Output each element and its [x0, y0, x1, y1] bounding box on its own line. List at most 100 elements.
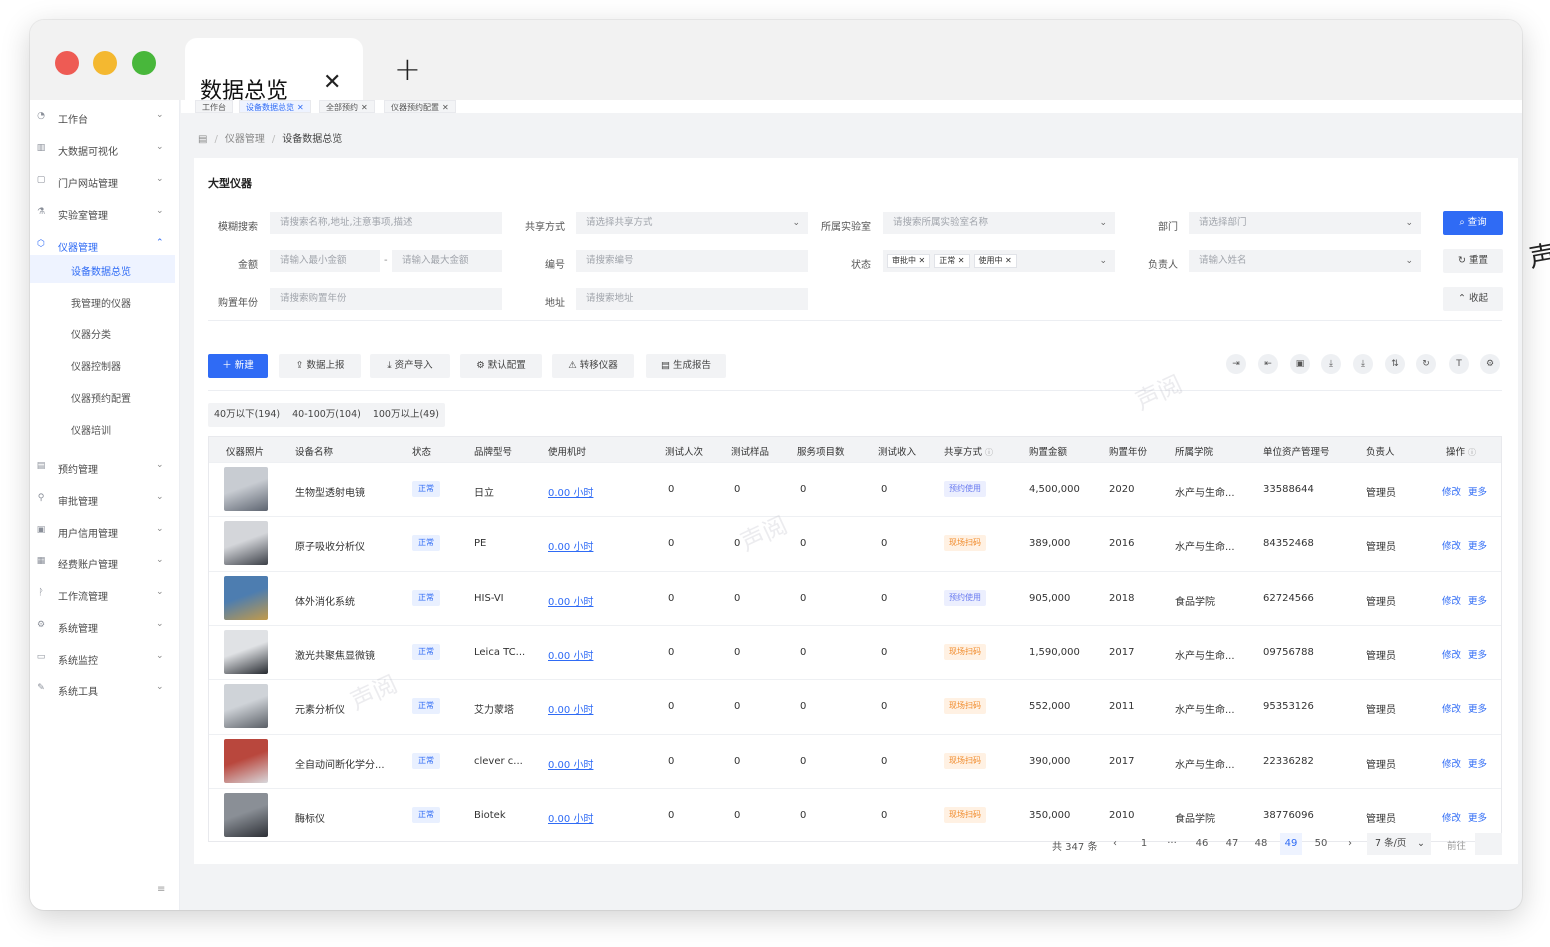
sidebar-subitem-2[interactable]: 仪器分类 [30, 318, 175, 346]
usage-hours-link[interactable]: 0.00 小时 [548, 647, 593, 662]
page-tag-3[interactable]: 仪器预约配置 ✕ [384, 100, 456, 113]
sidebar-item-11[interactable]: ▭ 系统监控 ⌄ [30, 648, 180, 670]
page-button-current[interactable]: 49 [1280, 833, 1302, 855]
sidebar-subitem-0[interactable]: 设备数据总览 [30, 255, 175, 283]
usage-hours-link[interactable]: 0.00 小时 [548, 756, 593, 771]
sidebar-item-2[interactable]: ▢ 门户网站管理 ⌄ [30, 171, 180, 193]
usage-hours-link[interactable]: 0.00 小时 [548, 484, 593, 499]
page-tag-2[interactable]: 全部预约 ✕ [319, 100, 375, 113]
more-link[interactable]: 更多 [1468, 484, 1487, 498]
settings-icon[interactable]: ⚙ [1480, 354, 1500, 374]
edit-link[interactable]: 修改 [1442, 593, 1461, 607]
year-input[interactable]: 请搜索购置年份 [270, 288, 502, 310]
page-button[interactable]: 47 [1221, 833, 1243, 855]
sidebar-item-8[interactable]: ▦ 经费账户管理 ⌄ [30, 552, 180, 574]
sidebar-item-1[interactable]: ▥ 大数据可视化 ⌄ [30, 139, 180, 161]
usage-hours-value[interactable]: 0.00 小时 [548, 760, 593, 771]
dept-select[interactable]: 请选择部门 ⌄ [1189, 212, 1421, 234]
toolbar-action-button[interactable]: ⚠ 转移仪器 [552, 354, 634, 378]
next-page-icon[interactable]: › [1339, 833, 1361, 855]
usage-hours-link[interactable]: 0.00 小时 [548, 810, 593, 825]
sort-icon[interactable]: ⇅ [1385, 354, 1405, 374]
sidebar-item-0[interactable]: ◔ 工作台 ⌄ [30, 107, 180, 129]
close-icon[interactable]: ✕ [955, 256, 965, 265]
sidebar-subitem-1[interactable]: 我管理的仪器 [30, 287, 175, 315]
sidebar-subitem-3[interactable]: 仪器控制器 [30, 350, 175, 378]
close-icon[interactable]: ✕ [916, 256, 926, 265]
address-input[interactable]: 请搜索地址 [576, 288, 808, 310]
segment-option[interactable]: 100万以上(49) [367, 403, 445, 427]
edit-link[interactable]: 修改 [1442, 701, 1461, 715]
sidebar-item-10[interactable]: ⚙ 系统管理 ⌄ [30, 616, 180, 638]
owner-select[interactable]: 请输入姓名 ⌄ [1189, 250, 1421, 272]
usage-hours-value[interactable]: 0.00 小时 [548, 651, 593, 662]
print-icon[interactable]: ▣ [1290, 354, 1310, 374]
edit-link[interactable]: 修改 [1442, 810, 1461, 824]
edit-link[interactable]: 修改 [1442, 484, 1461, 498]
edit-link[interactable]: 修改 [1442, 647, 1461, 661]
page-size-select[interactable]: 7 条/页 ⌄ [1367, 833, 1431, 855]
toolbar-action-button[interactable]: ⚙ 默认配置 [460, 354, 542, 378]
fuzzy-search-input[interactable]: 请搜索名称,地址,注意事项,描述 [270, 212, 502, 234]
more-link[interactable]: 更多 [1468, 756, 1487, 770]
segment-option[interactable]: 40-100万(104) [286, 403, 367, 427]
share-mode-select[interactable]: 请选择共享方式 ⌄ [576, 212, 808, 234]
new-tab-icon[interactable]: + [394, 50, 421, 88]
more-link[interactable]: 更多 [1468, 538, 1487, 552]
sidebar-item-7[interactable]: ▣ 用户信用管理 ⌄ [30, 521, 180, 543]
more-link[interactable]: 更多 [1468, 593, 1487, 607]
close-icon[interactable]: ✕ [442, 103, 449, 112]
amount-min-input[interactable]: 请输入最小金额 [270, 250, 380, 272]
close-tab-icon[interactable]: ✕ [323, 70, 341, 95]
page-button[interactable]: 1 [1133, 833, 1155, 855]
code-input[interactable]: 请搜索编号 [576, 250, 808, 272]
close-icon[interactable]: ✕ [361, 103, 368, 112]
page-button[interactable]: 46 [1191, 833, 1213, 855]
toolbar-action-button[interactable]: ⇪ 数据上报 [279, 354, 361, 378]
goto-input[interactable] [1475, 833, 1502, 855]
toolbar-action-button[interactable]: ▤ 生成报告 [646, 354, 726, 378]
usage-hours-value[interactable]: 0.00 小时 [548, 597, 593, 608]
usage-hours-value[interactable]: 0.00 小时 [548, 705, 593, 716]
more-link[interactable]: 更多 [1468, 647, 1487, 661]
minimize-window-button[interactable] [93, 51, 117, 75]
close-icon[interactable]: ✕ [297, 103, 304, 112]
page-tag-1[interactable]: 设备数据总览 ✕ [239, 100, 311, 113]
download-icon[interactable]: ⤓ [1321, 354, 1341, 374]
sidebar-item-9[interactable]: ᚹ 工作流管理 ⌄ [30, 584, 180, 606]
maximize-window-button[interactable] [132, 51, 156, 75]
lab-select[interactable]: 请搜索所属实验室名称 ⌄ [883, 212, 1115, 234]
page-button[interactable]: 48 [1250, 833, 1272, 855]
sidebar-subitem-4[interactable]: 仪器预约配置 [30, 382, 175, 410]
page-button[interactable]: ··· [1161, 833, 1183, 855]
browser-tab[interactable]: 数据总览 ✕ [185, 38, 363, 104]
sidebar-item-5[interactable]: ▤ 预约管理 ⌄ [30, 457, 180, 479]
page-button[interactable]: 50 [1310, 833, 1332, 855]
text-size-icon[interactable]: T [1449, 354, 1469, 374]
amount-max-input[interactable]: 请输入最大金额 [392, 250, 502, 272]
import-icon[interactable]: ⇤ [1258, 354, 1278, 374]
usage-hours-value[interactable]: 0.00 小时 [548, 542, 593, 553]
usage-hours-value[interactable]: 0.00 小时 [548, 488, 593, 499]
download-all-icon[interactable]: ⤓ [1353, 354, 1373, 374]
usage-hours-link[interactable]: 0.00 小时 [548, 701, 593, 716]
usage-hours-link[interactable]: 0.00 小时 [548, 538, 593, 553]
sidebar-item-12[interactable]: ✎ 系统工具 ⌄ [30, 679, 180, 701]
usage-hours-link[interactable]: 0.00 小时 [548, 593, 593, 608]
edit-link[interactable]: 修改 [1442, 756, 1461, 770]
search-button[interactable]: ⌕ 查询 [1443, 211, 1503, 235]
collapse-button[interactable]: ⌃ 收起 [1443, 287, 1503, 311]
status-multiselect[interactable]: 审批中 ✕ 正常 ✕ 使用中 ✕ ⌄ [883, 250, 1115, 272]
breadcrumb-parent[interactable]: 仪器管理 [225, 134, 265, 145]
toolbar-action-button[interactable]: ⤓ 资产导入 [370, 354, 450, 378]
usage-hours-value[interactable]: 0.00 小时 [548, 814, 593, 825]
more-link[interactable]: 更多 [1468, 810, 1487, 824]
collapse-sidebar-icon[interactable]: ≡ [157, 884, 165, 895]
export-icon[interactable]: ⇥ [1226, 354, 1246, 374]
reset-button[interactable]: ↻ 重置 [1443, 249, 1503, 273]
more-link[interactable]: 更多 [1468, 701, 1487, 715]
home-icon[interactable]: ▤ [198, 134, 207, 145]
sidebar-item-6[interactable]: ⚲ 审批管理 ⌄ [30, 489, 180, 511]
sidebar-subitem-5[interactable]: 仪器培训 [30, 414, 175, 442]
sidebar-item-4[interactable]: ⬡ 仪器管理 ⌃ [30, 235, 180, 257]
